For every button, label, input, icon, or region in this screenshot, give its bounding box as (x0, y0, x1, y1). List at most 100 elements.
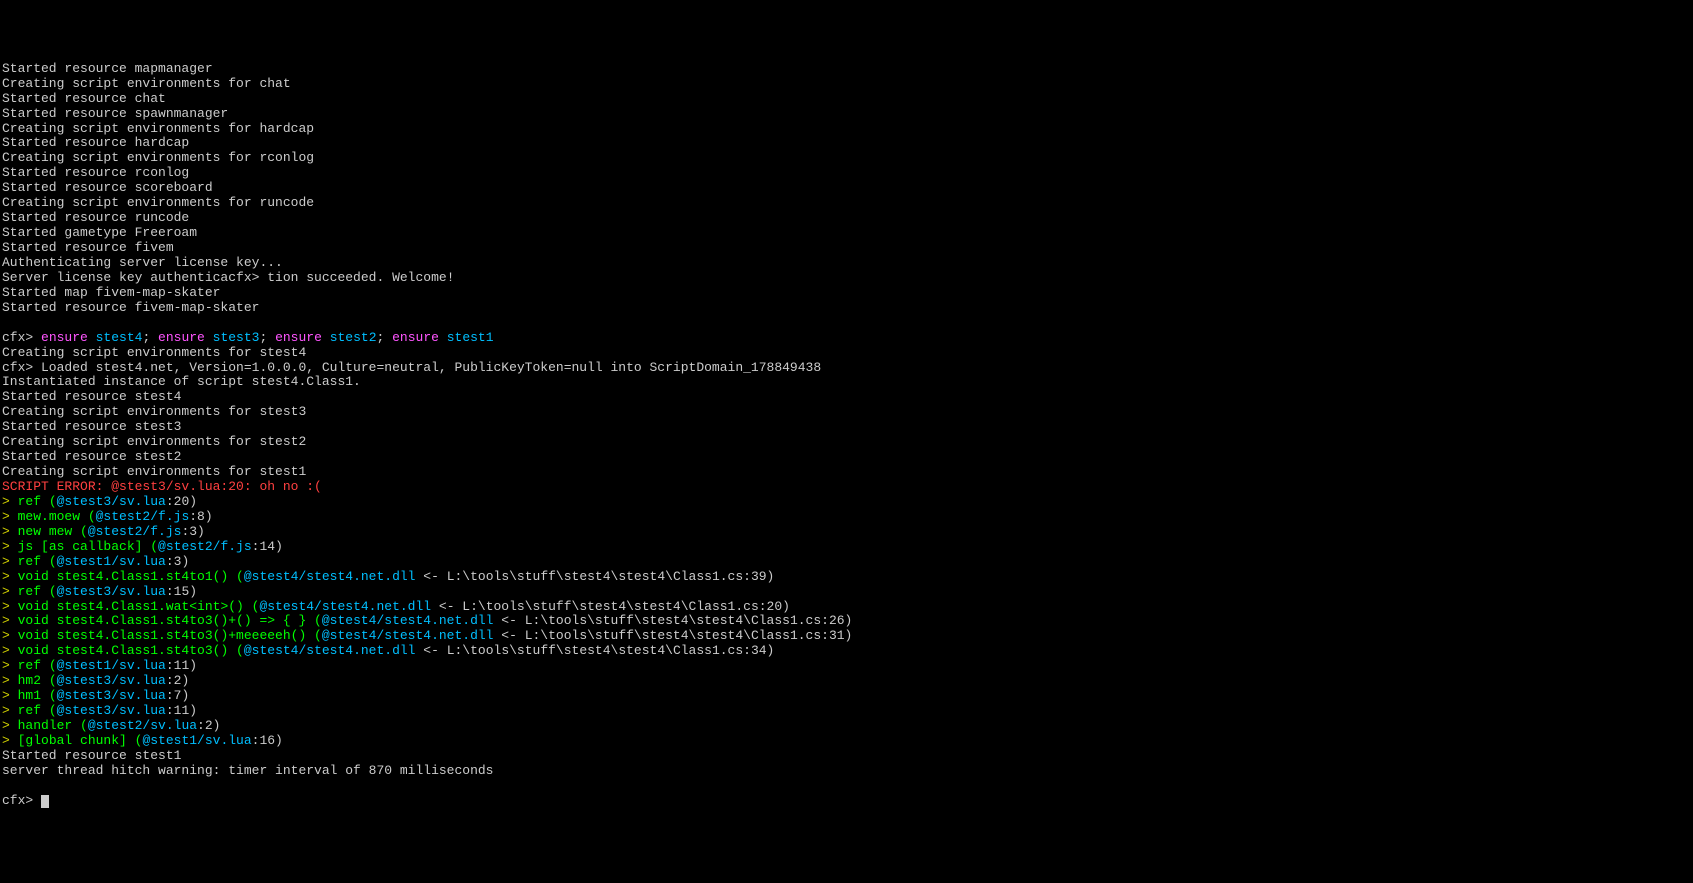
terminal-segment: [global chunk] ( (18, 733, 143, 748)
terminal-output: { "lines": [ { "segs": [ { "t": "Started… (0, 0, 1693, 810)
terminal-segment: @stest1/sv.lua (57, 554, 166, 569)
terminal-line: Started map fivem-map-skater (2, 286, 1691, 301)
terminal-segment: <- L:\tools\stuff\stest4\stest4\Class1.c… (416, 643, 775, 658)
terminal-segment: hm2 ( (18, 673, 57, 688)
terminal-segment: > (2, 643, 18, 658)
terminal-line: Authenticating server license key... (2, 256, 1691, 271)
terminal-segment: :7) (166, 688, 189, 703)
terminal-line: cfx> Loaded stest4.net, Version=1.0.0.0,… (2, 361, 1691, 376)
terminal-segment: :3) (181, 524, 204, 539)
terminal-line: > hm2 (@stest3/sv.lua:2) (2, 674, 1691, 689)
terminal-segment: > (2, 509, 18, 524)
terminal-segment: > (2, 584, 18, 599)
terminal-line: Started resource chat (2, 92, 1691, 107)
terminal-segment: ; (142, 330, 158, 345)
terminal-line: > ref (@stest3/sv.lua:20) (2, 495, 1691, 510)
terminal-segment: ref ( (18, 554, 57, 569)
terminal-segment: stest3 (213, 330, 260, 345)
terminal-content[interactable]: Started resource mapmanagerCreating scri… (2, 62, 1691, 809)
terminal-segment: cfx> Loaded stest4.net, Version=1.0.0.0,… (2, 360, 821, 375)
terminal-line: > new mew (@stest2/f.js:3) (2, 525, 1691, 540)
terminal-line: > void stest4.Class1.st4to3() (@stest4/s… (2, 644, 1691, 659)
terminal-line: > void stest4.Class1.st4to3()+meeeeeh() … (2, 629, 1691, 644)
terminal-segment: Creating script environments for hardcap (2, 121, 314, 136)
terminal-segment: cfx> (2, 330, 41, 345)
terminal-segment: <- L:\tools\stuff\stest4\stest4\Class1.c… (431, 599, 790, 614)
terminal-segment: Started resource fivem-map-skater (2, 300, 259, 315)
terminal-line: Started resource rconlog (2, 166, 1691, 181)
terminal-segment: Creating script environments for chat (2, 76, 291, 91)
terminal-line: > js [as callback] (@stest2/f.js:14) (2, 540, 1691, 555)
terminal-segment: > (2, 718, 18, 733)
terminal-line: Creating script environments for stest1 (2, 465, 1691, 480)
prompt-line[interactable]: cfx> (2, 794, 1691, 809)
terminal-line: cfx> ensure stest4; ensure stest3; ensur… (2, 331, 1691, 346)
terminal-segment: ; (377, 330, 393, 345)
terminal-line: Instantiated instance of script stest4.C… (2, 375, 1691, 390)
terminal-segment: ref ( (18, 703, 57, 718)
terminal-segment: > (2, 569, 18, 584)
terminal-line: Started resource fivem-map-skater (2, 301, 1691, 316)
terminal-segment: ref ( (18, 584, 57, 599)
terminal-line: Started resource stest2 (2, 450, 1691, 465)
terminal-segment: @stest4/stest4.net.dll (322, 613, 494, 628)
terminal-line: Started gametype Freeroam (2, 226, 1691, 241)
terminal-line: > mew.moew (@stest2/f.js:8) (2, 510, 1691, 525)
terminal-segment: > (2, 688, 18, 703)
terminal-segment: Creating script environments for runcode (2, 195, 314, 210)
terminal-segment: Started resource stest2 (2, 449, 181, 464)
terminal-segment: > (2, 613, 18, 628)
terminal-segment: :20) (166, 494, 197, 509)
terminal-line: > void stest4.Class1.st4to3()+() => { } … (2, 614, 1691, 629)
terminal-segment: ensure (392, 330, 447, 345)
terminal-segment: @stest2/f.js (88, 524, 182, 539)
terminal-segment: @stest1/sv.lua (57, 658, 166, 673)
terminal-segment (2, 778, 10, 793)
terminal-line: Creating script environments for chat (2, 77, 1691, 92)
terminal-line (2, 316, 1691, 331)
terminal-segment: void stest4.Class1.st4to3() ( (18, 643, 244, 658)
terminal-segment: Creating script environments for rconlog (2, 150, 314, 165)
terminal-line: > [global chunk] (@stest1/sv.lua:16) (2, 734, 1691, 749)
terminal-line: Started resource stest3 (2, 420, 1691, 435)
terminal-segment: @stest3/sv.lua (57, 584, 166, 599)
terminal-segment: Started resource mapmanager (2, 61, 213, 76)
terminal-line: Started resource runcode (2, 211, 1691, 226)
terminal-segment: Server license key authenticacfx> tion s… (2, 270, 454, 285)
terminal-segment: :2) (166, 673, 189, 688)
terminal-segment: Started resource hardcap (2, 135, 189, 150)
terminal-segment: handler ( (18, 718, 88, 733)
terminal-line: > hm1 (@stest3/sv.lua:7) (2, 689, 1691, 704)
terminal-segment: Creating script environments for stest2 (2, 434, 306, 449)
terminal-segment: ensure (41, 330, 96, 345)
terminal-line: > ref (@stest1/sv.lua:11) (2, 659, 1691, 674)
terminal-segment: @stest2/f.js (96, 509, 190, 524)
terminal-segment: :2) (197, 718, 220, 733)
terminal-segment: > (2, 733, 18, 748)
terminal-segment: :14) (252, 539, 283, 554)
terminal-segment: <- L:\tools\stuff\stest4\stest4\Class1.c… (416, 569, 775, 584)
terminal-segment: Started resource rconlog (2, 165, 189, 180)
terminal-line: Creating script environments for runcode (2, 196, 1691, 211)
terminal-segment: ensure (158, 330, 213, 345)
terminal-line: Creating script environments for stest2 (2, 435, 1691, 450)
terminal-segment: > (2, 703, 18, 718)
terminal-segment: stest2 (330, 330, 377, 345)
terminal-segment: @stest4/stest4.net.dll (244, 569, 416, 584)
terminal-segment: Started resource runcode (2, 210, 189, 225)
terminal-segment: :16) (252, 733, 283, 748)
terminal-segment: new mew ( (18, 524, 88, 539)
terminal-segment: Started gametype Freeroam (2, 225, 197, 240)
terminal-line: > handler (@stest2/sv.lua:2) (2, 719, 1691, 734)
terminal-segment: Authenticating server license key... (2, 255, 283, 270)
terminal-segment: :11) (166, 658, 197, 673)
terminal-segment: @stest3/sv.lua (57, 494, 166, 509)
terminal-segment: :3) (166, 554, 189, 569)
terminal-line (2, 779, 1691, 794)
terminal-segment: hm1 ( (18, 688, 57, 703)
terminal-segment: stest4 (96, 330, 143, 345)
terminal-segment: ref ( (18, 494, 57, 509)
terminal-segment: Instantiated instance of script stest4.C… (2, 374, 361, 389)
terminal-segment: @stest3/sv.lua (57, 688, 166, 703)
terminal-segment: > (2, 658, 18, 673)
